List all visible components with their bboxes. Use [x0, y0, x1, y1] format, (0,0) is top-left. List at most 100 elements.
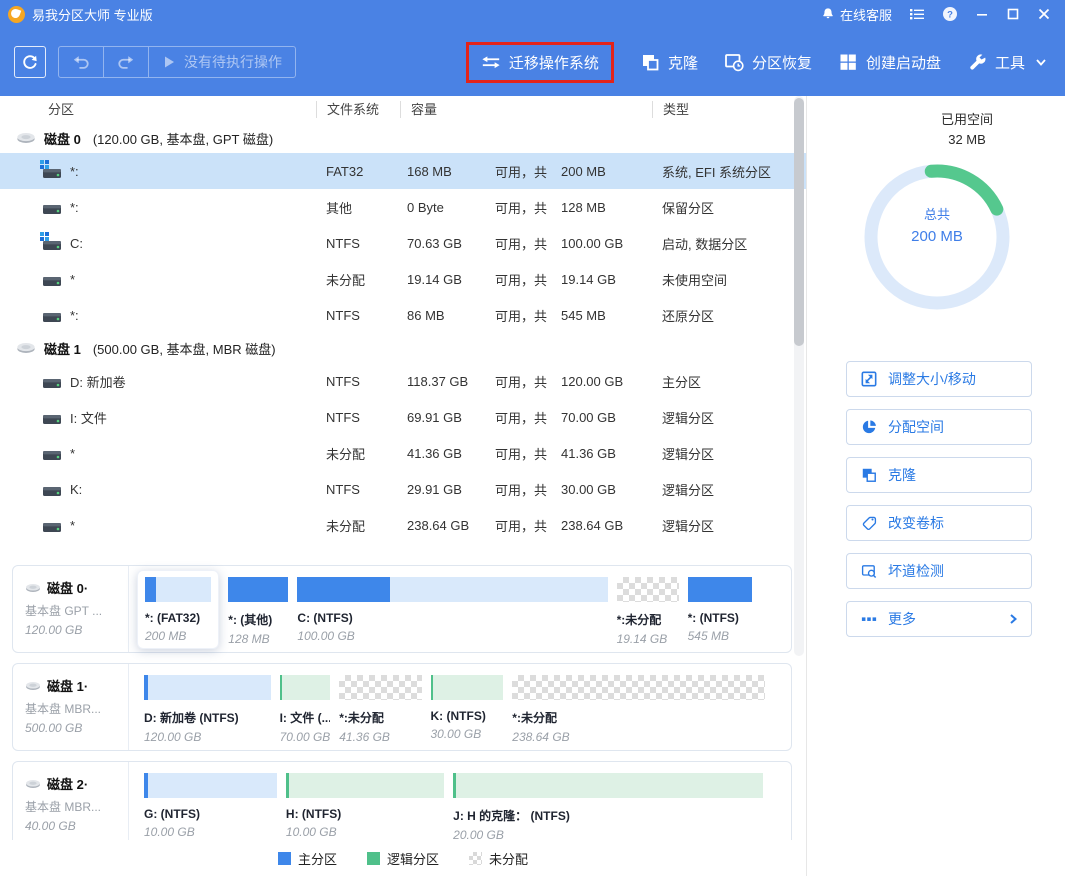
partition-block[interactable]: C: (NTFS) 100.00 GB — [297, 577, 607, 646]
capacity-label: 可用，共 — [495, 306, 561, 325]
partition-type: 逻辑分区 — [652, 444, 806, 463]
undo-button[interactable] — [59, 47, 103, 77]
partition-drive-icon — [42, 516, 62, 534]
partition-total: 128 MB — [561, 200, 606, 215]
scrollbar-thumb[interactable] — [794, 98, 804, 346]
partition-block[interactable]: G: (NTFS) 10.00 GB — [144, 773, 277, 842]
partition-block[interactable]: *:未分配 41.36 GB — [339, 675, 421, 744]
title-bar: 易我分区大师 专业版 在线客服 ? — [0, 0, 1065, 28]
partition-name: I: 文件 — [70, 408, 107, 427]
tools-button[interactable]: 工具 — [967, 52, 1047, 73]
partition-block[interactable]: D: 新加卷 (NTFS) 120.00 GB — [144, 675, 271, 744]
close-button[interactable] — [1037, 7, 1051, 21]
clone-button[interactable]: 克隆 — [640, 52, 698, 73]
refresh-button[interactable] — [14, 46, 46, 78]
table-row-partition[interactable]: C: NTFS 70.63 GB可用，共100.00 GB 启动, 数据分区 — [0, 225, 806, 261]
table-row-partition[interactable]: K: NTFS 29.91 GB可用，共30.00 GB 逻辑分区 — [0, 471, 806, 507]
vertical-scrollbar[interactable] — [794, 96, 804, 656]
table-row-partition[interactable]: * 未分配 19.14 GB可用，共19.14 GB 未使用空间 — [0, 261, 806, 297]
partition-free: 41.36 GB — [407, 446, 495, 461]
disk-icon — [25, 678, 41, 694]
capacity-label: 可用，共 — [495, 372, 561, 391]
partition-size: 200 MB — [145, 629, 211, 643]
main-area: 分区 文件系统 容量 类型 磁盘 0(120.00 GB, 基本盘, GPT 磁… — [0, 96, 1065, 876]
partition-free: 69.91 GB — [407, 410, 495, 425]
table-row-partition[interactable]: I: 文件 NTFS 69.91 GB可用，共70.00 GB 逻辑分区 — [0, 399, 806, 435]
migrate-os-button[interactable]: 迁移操作系统 — [466, 42, 614, 83]
partition-fs: NTFS — [316, 410, 400, 425]
online-support-label: 在线客服 — [840, 5, 892, 24]
column-header-partition[interactable]: 分区 — [0, 101, 316, 118]
partition-drive-icon — [42, 408, 62, 426]
clone-partition-button[interactable]: 克隆 — [846, 457, 1032, 493]
minimize-button[interactable] — [975, 7, 989, 21]
partition-drive-system-icon — [42, 162, 62, 180]
partition-block[interactable]: *: (NTFS) 545 MB — [688, 577, 753, 646]
table-row-disk-1[interactable]: 磁盘 1(500.00 GB, 基本盘, MBR 磁盘) — [0, 333, 806, 363]
tools-label: 工具 — [995, 52, 1025, 73]
table-row-partition[interactable]: *: FAT32 168 MB可用，共200 MB 系统, EFI 系统分区 — [0, 153, 806, 189]
partition-block[interactable]: *:未分配 19.14 GB — [617, 577, 679, 646]
resize-move-button[interactable]: 调整大小/移动 — [846, 361, 1032, 397]
disk-panel-1[interactable]: 磁盘 1· 基本盘 MBR... 500.00 GB D: 新加卷 (NTFS)… — [12, 663, 792, 751]
table-row-partition[interactable]: * 未分配 41.36 GB可用，共41.36 GB 逻辑分区 — [0, 435, 806, 471]
allocate-space-button[interactable]: 分配空间 — [846, 409, 1032, 445]
partition-bar — [431, 675, 504, 700]
partition-block[interactable]: J: H 的克隆： (NTFS) 20.00 GB — [453, 773, 763, 842]
partition-name: * — [70, 518, 75, 533]
partition-drive-icon — [42, 270, 62, 288]
partition-drive-icon — [42, 480, 62, 498]
table-row-partition[interactable]: D: 新加卷 NTFS 118.37 GB可用，共120.00 GB 主分区 — [0, 363, 806, 399]
partition-block[interactable]: *:未分配 238.64 GB — [512, 675, 765, 744]
legend-logical-swatch — [367, 852, 380, 865]
play-icon — [162, 55, 176, 69]
partition-bar — [297, 577, 607, 602]
partition-block-selected[interactable]: *: (FAT32) 200 MB — [137, 570, 219, 649]
partition-name: C: — [70, 236, 83, 251]
partition-block[interactable]: I: 文件 (... 70.00 GB — [280, 675, 331, 744]
partition-block[interactable]: K: (NTFS) 30.00 GB — [431, 675, 504, 744]
more-button[interactable]: 更多 — [846, 601, 1032, 637]
partition-block[interactable]: H: (NTFS) 10.00 GB — [286, 773, 444, 842]
svg-text:?: ? — [947, 9, 953, 20]
redo-button[interactable] — [103, 47, 148, 77]
table-row-partition[interactable]: *: NTFS 86 MB可用，共545 MB 还原分区 — [0, 297, 806, 333]
partition-label: D: 新加卷 (NTFS) — [144, 709, 271, 726]
disk-sub: 基本盘 MBR... — [25, 798, 118, 815]
capacity-label: 可用，共 — [495, 198, 561, 217]
disk-sub: 基本盘 GPT ... — [25, 602, 118, 619]
maximize-button[interactable] — [1006, 7, 1020, 21]
partition-total: 238.64 GB — [561, 518, 623, 533]
table-row-disk-0[interactable]: 磁盘 0(120.00 GB, 基本盘, GPT 磁盘) — [0, 123, 806, 153]
surface-test-button[interactable]: 坏道检测 — [846, 553, 1032, 589]
usage-donut-chart: 总共 200 MB — [852, 152, 1022, 322]
column-header-capacity[interactable]: 容量 — [400, 101, 652, 118]
partition-free: 19.14 GB — [407, 272, 495, 287]
partition-block[interactable]: *: (其他) 128 MB — [228, 577, 288, 646]
partition-recovery-label: 分区恢复 — [752, 52, 812, 73]
disk-panel-2[interactable]: 磁盘 2· 基本盘 MBR... 40.00 GB G: (NTFS) 10.0… — [12, 761, 792, 849]
column-header-filesystem[interactable]: 文件系统 — [316, 101, 400, 118]
create-boot-disk-button[interactable]: 创建启动盘 — [838, 52, 941, 73]
column-header-type[interactable]: 类型 — [652, 101, 806, 118]
execute-operations-button[interactable]: 没有待执行操作 — [148, 47, 295, 77]
partition-label: *:未分配 — [617, 611, 679, 628]
partition-recovery-icon — [724, 52, 744, 72]
disk-size: 500.00 GB — [25, 721, 118, 735]
partition-label: *: (FAT32) — [145, 611, 211, 625]
partition-name: *: — [70, 164, 79, 179]
table-row-partition[interactable]: * 未分配 238.64 GB可用，共238.64 GB 逻辑分区 — [0, 507, 806, 543]
partition-total: 41.36 GB — [561, 446, 616, 461]
help-button[interactable]: ? — [942, 6, 958, 22]
partition-total: 120.00 GB — [561, 374, 623, 389]
task-list-button[interactable] — [909, 6, 925, 22]
online-support-button[interactable]: 在线客服 — [821, 5, 892, 24]
legend-unallocated-swatch — [469, 852, 482, 865]
allocate-space-label: 分配空间 — [888, 417, 944, 437]
table-row-partition[interactable]: *: 其他 0 Byte可用，共128 MB 保留分区 — [0, 189, 806, 225]
partition-recovery-button[interactable]: 分区恢复 — [724, 52, 812, 73]
change-label-button[interactable]: 改变卷标 — [846, 505, 1032, 541]
disk-panel-0[interactable]: 磁盘 0· 基本盘 GPT ... 120.00 GB *: (FAT32) 2… — [12, 565, 792, 653]
create-boot-disk-icon — [838, 52, 858, 72]
disk-sub: 基本盘 MBR... — [25, 700, 118, 717]
